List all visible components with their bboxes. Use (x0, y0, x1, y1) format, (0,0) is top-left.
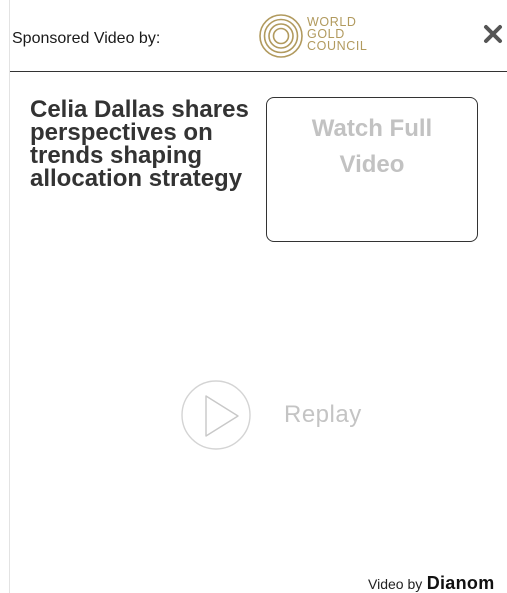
close-icon (484, 25, 502, 43)
video-credit[interactable]: Video by Dianom (368, 573, 495, 593)
play-icon (181, 380, 251, 450)
sponsor-header: Sponsored Video by: WORLD GOLD COUNCIL (10, 0, 507, 72)
watch-button-line2: Video (339, 151, 405, 178)
watch-button-line1: Watch Full (311, 115, 433, 142)
world-gold-council-logo[interactable]: WORLD GOLD COUNCIL (258, 13, 398, 65)
replay-label: Replay (284, 401, 362, 428)
video-title[interactable]: Celia Dallas shares perspectives on tren… (30, 98, 265, 191)
left-border (9, 0, 10, 593)
dianom-logo: Dianom (426, 573, 495, 593)
logo-wordmark: WORLD GOLD COUNCIL (307, 16, 368, 53)
sponsor-label: Sponsored Video by: (12, 30, 161, 47)
header-divider (10, 71, 507, 72)
concentric-rings-logo-icon (259, 14, 303, 58)
sponsored-video-widget: Sponsored Video by: WORLD GOLD COUNCIL C… (0, 0, 507, 593)
replay-button[interactable]: Replay (180, 380, 380, 452)
credit-prefix: Video by (368, 576, 423, 592)
logo-line-council: COUNCIL (307, 39, 368, 53)
close-button[interactable] (481, 22, 505, 46)
watch-full-video-button[interactable]: Watch Full Video (266, 97, 478, 242)
